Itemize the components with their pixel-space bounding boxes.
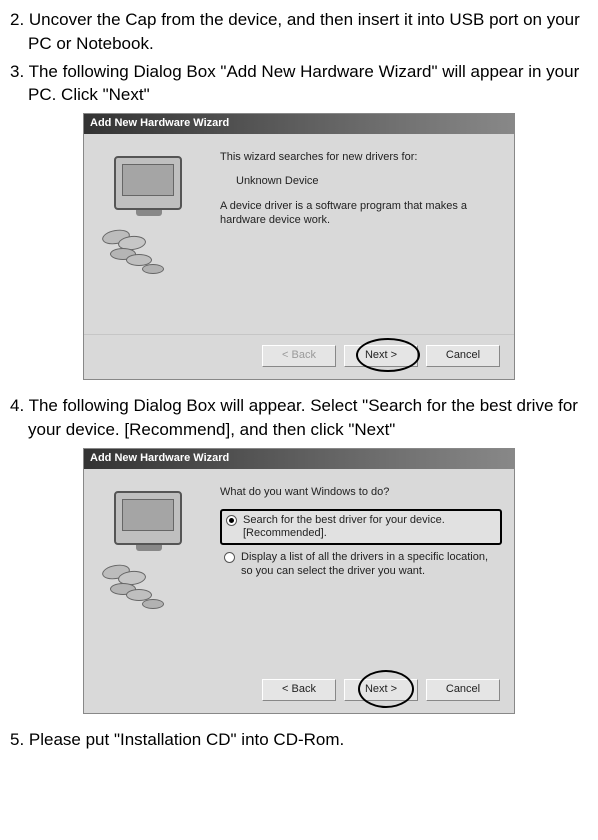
wizard-graphic-icon <box>96 144 214 334</box>
wizard-graphic-icon <box>96 479 214 669</box>
step-4-text: 4. The following Dialog Box will appear.… <box>10 394 588 442</box>
wizard-prompt-text: What do you want Windows to do? <box>220 485 502 499</box>
dialog-title: Add New Hardware Wizard <box>84 449 514 469</box>
cancel-button[interactable]: Cancel <box>426 679 500 701</box>
step-2-text: 2. Uncover the Cap from the device, and … <box>10 8 588 56</box>
step-5-text: 5. Please put "Installation CD" into CD-… <box>10 728 588 752</box>
radio-icon <box>226 515 237 526</box>
radio-icon <box>224 552 235 563</box>
dialog-title: Add New Hardware Wizard <box>84 114 514 134</box>
search-best-driver-option[interactable]: Search for the best driver for your devi… <box>220 509 502 545</box>
device-name-text: Unknown Device <box>236 174 502 188</box>
option-label: Display a list of all the drivers in a s… <box>241 551 498 577</box>
display-driver-list-option[interactable]: Display a list of all the drivers in a s… <box>220 548 502 580</box>
hardware-wizard-dialog-1: Add New Hardware Wizard This wizard sear… <box>83 113 515 380</box>
next-button[interactable]: Next > <box>344 679 418 701</box>
cancel-button[interactable]: Cancel <box>426 345 500 367</box>
option-label: Search for the best driver for your devi… <box>243 514 496 540</box>
wizard-desc-text: A device driver is a software program th… <box>220 199 502 228</box>
next-button[interactable]: Next > <box>344 345 418 367</box>
back-button: < Back <box>262 345 336 367</box>
hardware-wizard-dialog-2: Add New Hardware Wizard What do you want… <box>83 448 515 714</box>
step-3-text: 3. The following Dialog Box "Add New Har… <box>10 60 588 108</box>
back-button[interactable]: < Back <box>262 679 336 701</box>
wizard-intro-text: This wizard searches for new drivers for… <box>220 150 502 164</box>
